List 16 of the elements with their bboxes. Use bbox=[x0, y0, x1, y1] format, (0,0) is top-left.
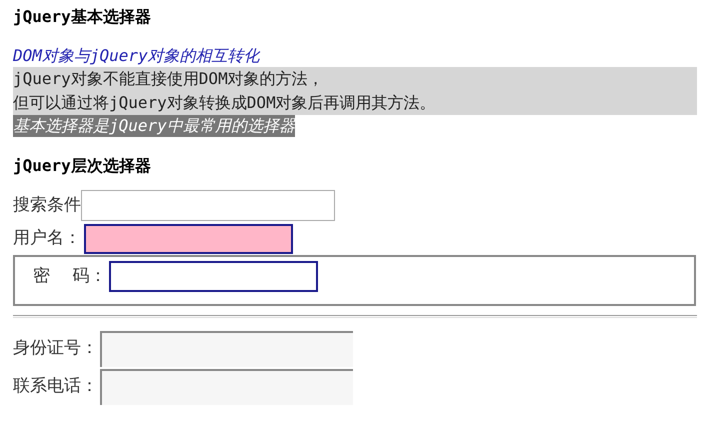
field-label: 用户名： bbox=[13, 226, 81, 250]
input-field[interactable] bbox=[81, 190, 335, 221]
input-field[interactable] bbox=[109, 261, 318, 292]
input-field[interactable] bbox=[100, 331, 353, 367]
field-label: 联系电话： bbox=[13, 375, 98, 398]
field-label: 密 码： bbox=[33, 264, 106, 288]
heading: jQuery基本选择器 bbox=[13, 6, 151, 28]
heading: jQuery层次选择器 bbox=[13, 155, 151, 177]
highlighted-text: 基本选择器是jQuery中最常用的选择器 bbox=[13, 115, 295, 137]
field-label: 搜索条件 bbox=[13, 194, 81, 217]
field-label: 身份证号： bbox=[13, 337, 98, 360]
note-text: jQuery对象不能直接使用DOM对象的方法， bbox=[13, 68, 324, 90]
subtitle: DOM对象与jQuery对象的相互转化 bbox=[13, 45, 260, 67]
input-field[interactable] bbox=[100, 369, 353, 405]
note-text: 但可以通过将jQuery对象转换成DOM对象后再调用其方法。 bbox=[13, 92, 436, 114]
input-field[interactable] bbox=[84, 224, 293, 254]
